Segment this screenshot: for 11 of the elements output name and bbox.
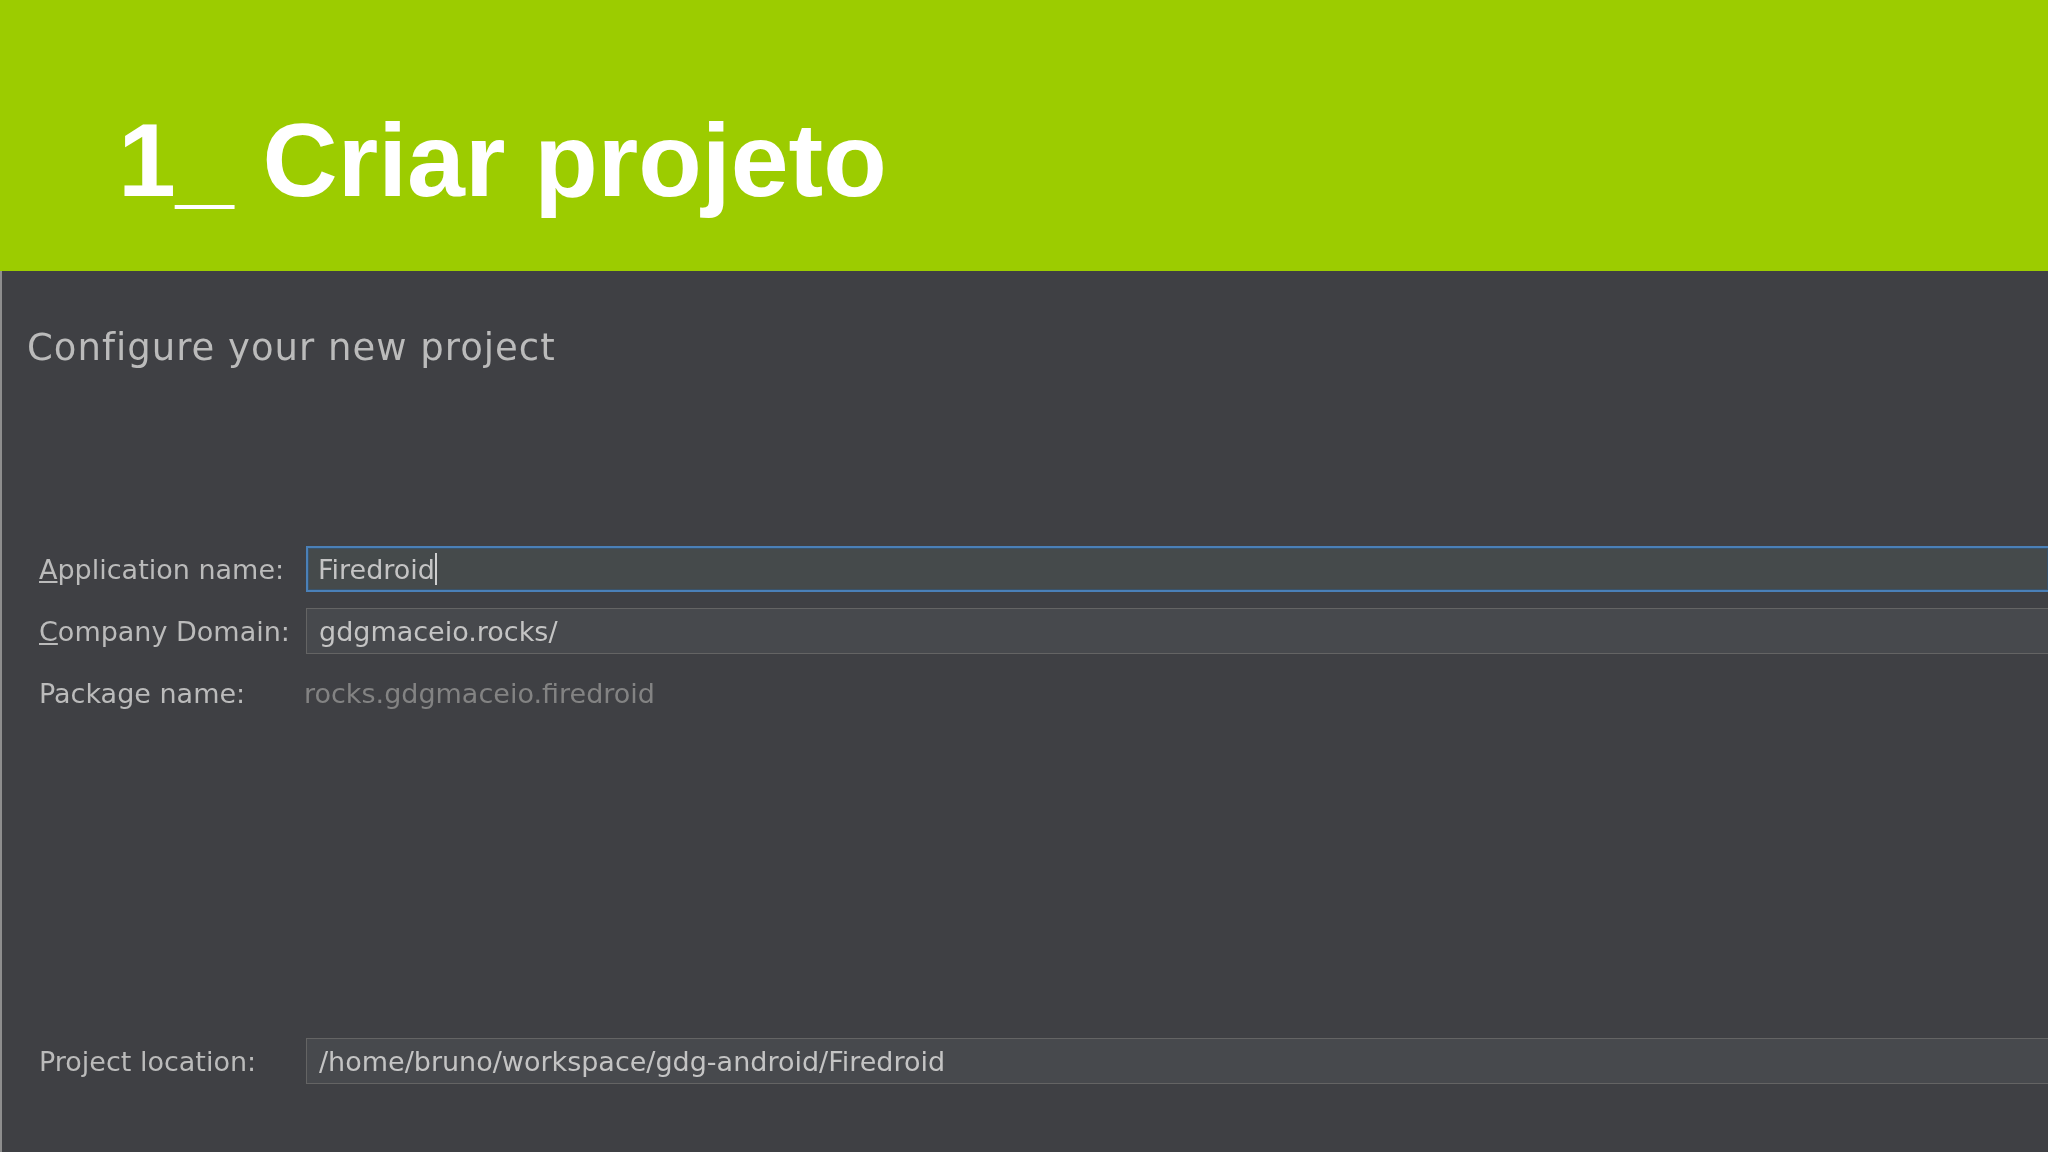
field-value: rocks.gdgmaceio.firedroid: [304, 677, 655, 709]
text-field[interactable]: gdgmaceio.rocks/: [306, 608, 2048, 654]
field-label: Application name:: [39, 553, 285, 585]
field-label: Project location:: [39, 1045, 257, 1077]
text-field[interactable]: Firedroid: [306, 546, 2048, 592]
text-field[interactable]: /home/bruno/workspace/gdg-android/Firedroid: [306, 1038, 2048, 1084]
field-label: Company Domain:: [39, 615, 290, 647]
text-cursor-icon: [435, 553, 437, 585]
slide-title: 1_ Criar projeto: [118, 101, 887, 220]
dialog-heading: Configure your new project: [27, 326, 556, 369]
field-label: Package name:: [39, 677, 246, 709]
